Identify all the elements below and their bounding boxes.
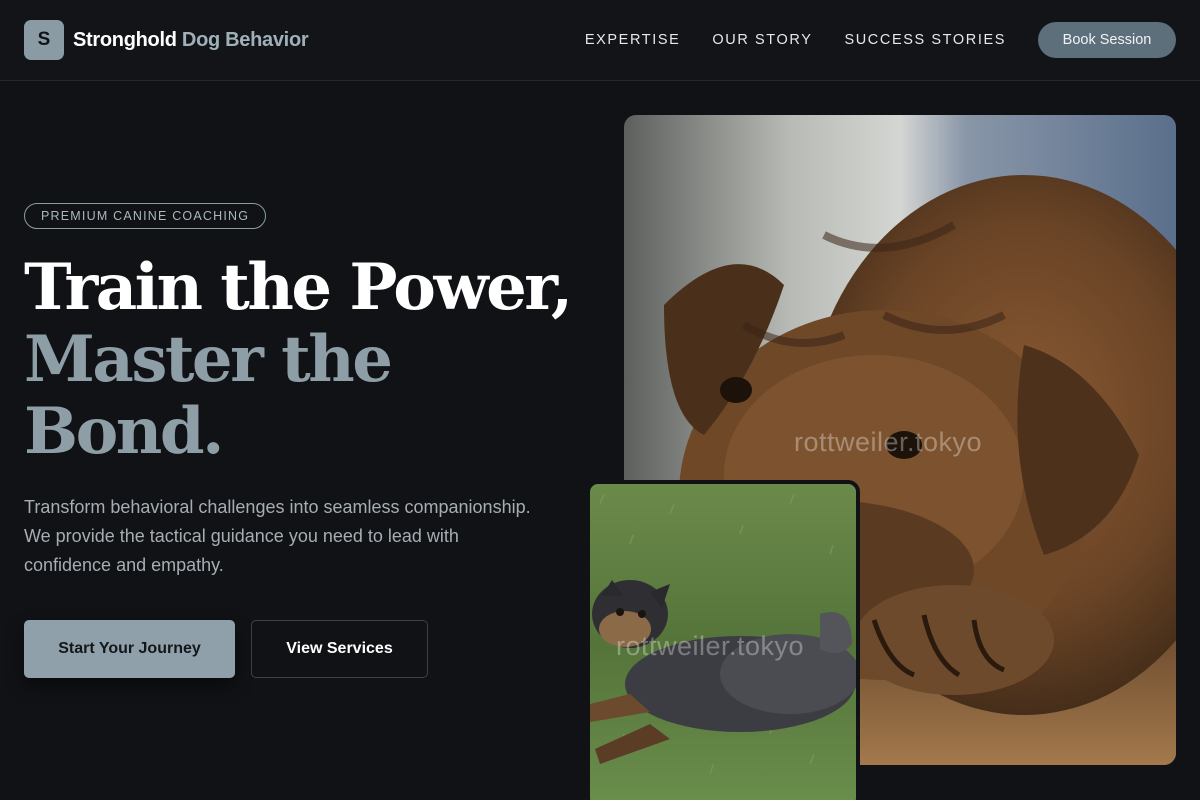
headline-line-2: Master the	[24, 322, 393, 397]
small-photo-watermark: rottweiler.tokyo	[616, 631, 805, 661]
book-session-button[interactable]: Book Session	[1038, 22, 1176, 58]
main-photo-watermark: rottweiler.tokyo	[794, 427, 983, 457]
brand-name-secondary: Dog Behavior	[181, 28, 309, 51]
headline-line-1: Train the Power,	[24, 250, 573, 325]
view-services-button[interactable]: View Services	[251, 620, 428, 678]
brand-name-primary: Stronghold	[73, 28, 177, 51]
nav-link-our-story[interactable]: OUR STORY	[712, 32, 812, 48]
hero-headline: Train the Power, Master the Bond.	[24, 250, 573, 469]
brand-name: Stronghold Dog Behavior	[73, 28, 309, 52]
brand-logo[interactable]: S Stronghold Dog Behavior	[24, 20, 309, 60]
hero-badge: PREMIUM CANINE COACHING	[24, 203, 267, 229]
nav-link-success-stories[interactable]: SUCCESS STORIES	[844, 32, 1006, 48]
nav-link-expertise[interactable]: EXPERTISE	[585, 32, 681, 48]
start-journey-button[interactable]: Start Your Journey	[24, 620, 235, 678]
secondary-photo-shepherd-dog: rottweiler.tokyo	[586, 480, 860, 800]
logo-mark-icon: S	[24, 20, 64, 60]
headline-line-3: Bond.	[24, 394, 224, 469]
main-nav: EXPERTISE OUR STORY SUCCESS STORIES Book…	[585, 22, 1176, 58]
hero-subtext: Transform behavioral challenges into sea…	[24, 497, 531, 575]
site-header: S Stronghold Dog Behavior EXPERTISE OUR …	[0, 0, 1200, 81]
